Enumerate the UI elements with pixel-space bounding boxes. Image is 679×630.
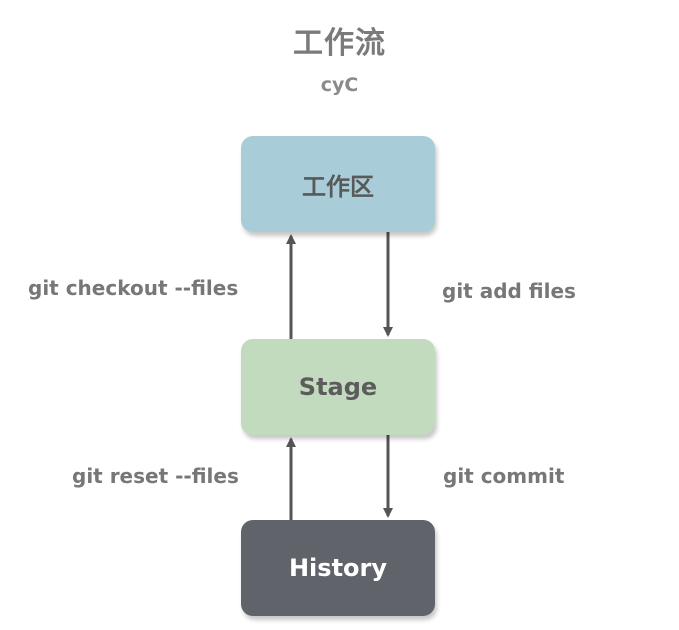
reset-edge-label: git reset --files	[72, 464, 239, 488]
working-directory-node: 工作区	[241, 136, 435, 232]
checkout-edge-label: git checkout --files	[28, 276, 239, 300]
history-node: History	[241, 520, 435, 616]
working-directory-label: 工作区	[302, 172, 374, 201]
stage-label: Stage	[298, 373, 378, 401]
commit-edge-label: git commit	[443, 464, 565, 488]
stage-node: Stage	[241, 339, 435, 435]
add-edge-label: git add files	[442, 279, 576, 303]
history-label: History	[288, 554, 388, 582]
